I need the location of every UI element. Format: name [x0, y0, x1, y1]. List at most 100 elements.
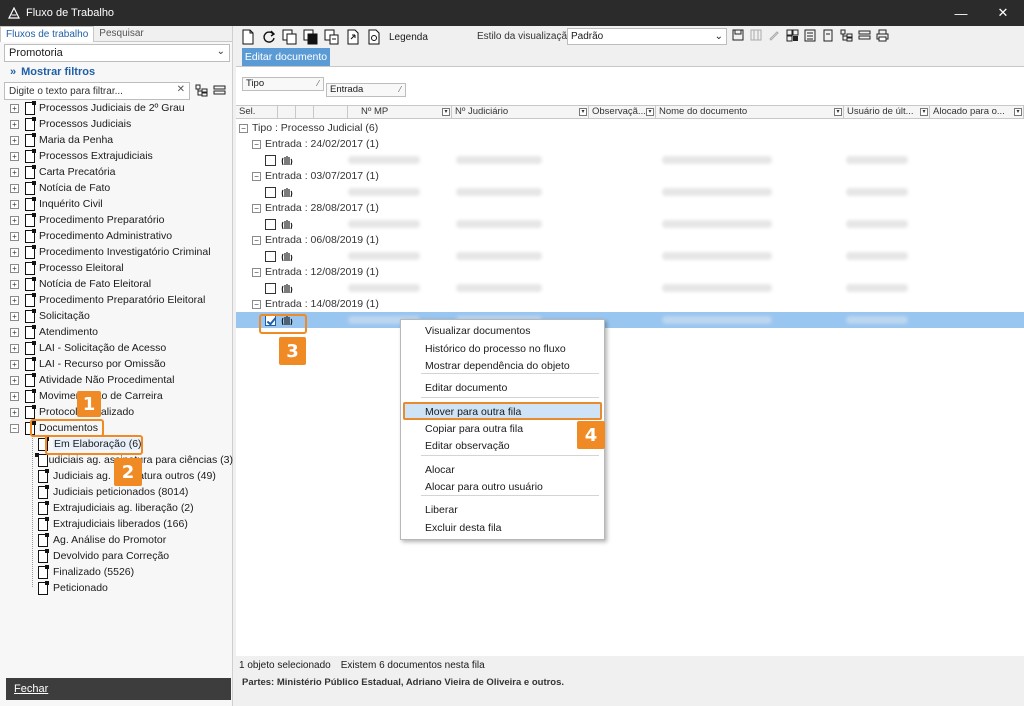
clear-filter-icon[interactable]: ✕: [177, 84, 185, 95]
group-chip-tipo[interactable]: Tipo ⁄: [242, 77, 324, 91]
collapse-icon[interactable]: −: [10, 423, 19, 433]
expand-icon[interactable]: +: [10, 151, 19, 161]
columns-icon[interactable]: [749, 28, 763, 42]
row-checkbox[interactable]: [265, 218, 276, 230]
expand-icon[interactable]: +: [10, 263, 19, 273]
table-row[interactable]: [236, 216, 1024, 232]
tree-item[interactable]: + Carta Precatória: [0, 164, 233, 180]
table-row[interactable]: [236, 184, 1024, 200]
duplicate-icon[interactable]: [302, 28, 320, 46]
col-alocado[interactable]: Alocado para o... ▾: [930, 106, 1024, 119]
context-menu-item[interactable]: Copiar para outra fila: [425, 421, 523, 437]
collapse-icon[interactable]: −: [252, 139, 261, 149]
tree-child-item[interactable]: Peticionado: [0, 580, 233, 596]
context-menu-item[interactable]: Histórico do processo no fluxo: [425, 341, 566, 357]
tree-item[interactable]: + Maria da Penha: [0, 132, 233, 148]
copy-icon[interactable]: [281, 28, 299, 46]
context-menu-item[interactable]: Excluir desta fila: [425, 520, 501, 536]
collapse-all-icon[interactable]: [857, 28, 871, 42]
expand-icon[interactable]: +: [10, 327, 19, 337]
hand-icon[interactable]: [281, 154, 293, 166]
expand-icon[interactable]: +: [10, 119, 19, 129]
tree-expand-icon[interactable]: [839, 28, 853, 42]
expand-icon[interactable]: +: [10, 231, 19, 241]
table-row[interactable]: [236, 152, 1024, 168]
context-menu-item[interactable]: Visualizar documentos: [425, 323, 530, 339]
row-checkbox[interactable]: [265, 154, 276, 166]
tree-item[interactable]: + Processos Judiciais: [0, 116, 233, 132]
tab-editar-documento[interactable]: Editar documento: [242, 48, 330, 66]
tree-item[interactable]: + Processo Eleitoral: [0, 260, 233, 276]
view-style-select[interactable]: Padrão ⌄: [567, 28, 727, 45]
collapse-icon[interactable]: −: [252, 171, 261, 181]
row-checkbox[interactable]: [265, 186, 276, 198]
tab-fluxos[interactable]: Fluxos de trabalho: [0, 26, 95, 42]
move-icon[interactable]: [323, 28, 341, 46]
tree-child-item[interactable]: Devolvido para Correção: [0, 548, 233, 564]
tree-child-item[interactable]: Finalizado (5526): [0, 564, 233, 580]
collapse-icon[interactable]: −: [252, 267, 261, 277]
table-row[interactable]: [236, 312, 1024, 328]
col-nome-documento[interactable]: Nome do documento ▾: [656, 106, 844, 119]
collapse-icon[interactable]: −: [239, 123, 248, 133]
close-window-button[interactable]: ✕: [982, 0, 1024, 26]
table-row[interactable]: [236, 280, 1024, 296]
group-row-entrada[interactable]: − Entrada : 06/08/2019 (1): [236, 232, 1024, 248]
expand-icon[interactable]: +: [10, 103, 19, 113]
col-observacao[interactable]: Observaçã... ▾: [589, 106, 656, 119]
group-chip-entrada[interactable]: Entrada ⁄: [326, 83, 406, 97]
tree-child-item[interactable]: Ag. Análise do Promotor: [0, 532, 233, 548]
tree-child-item[interactable]: Extrajudiciais liberados (166): [0, 516, 233, 532]
filter-dropdown-icon[interactable]: ▾: [834, 108, 842, 116]
export-icon[interactable]: [344, 28, 362, 46]
filter-dropdown-icon[interactable]: ▾: [1014, 108, 1022, 116]
grid-view-icon[interactable]: [785, 28, 799, 42]
show-filters-link[interactable]: » Mostrar filtros: [10, 66, 95, 78]
tree-item[interactable]: + Notícia de Fato Eleitoral: [0, 276, 233, 292]
new-document-icon[interactable]: [239, 28, 257, 46]
tree-filter-input[interactable]: Digite o texto para filtrar... ✕: [4, 82, 190, 100]
hand-icon[interactable]: [281, 218, 293, 230]
tab-pesquisar[interactable]: Pesquisar: [94, 26, 148, 42]
hand-icon[interactable]: [281, 186, 293, 198]
tree-item[interactable]: + Procedimento Investigatório Criminal: [0, 244, 233, 260]
context-menu-item[interactable]: Mover para outra fila: [425, 404, 521, 420]
tree-item[interactable]: + Procedimento Preparatório Eleitoral: [0, 292, 233, 308]
expand-icon[interactable]: +: [10, 167, 19, 177]
filter-dropdown-icon[interactable]: ▾: [442, 108, 450, 116]
legend-label[interactable]: Legenda: [389, 32, 428, 43]
tree-collapse-icon[interactable]: [212, 83, 226, 97]
tree-item[interactable]: + Solicitação: [0, 308, 233, 324]
tree-item[interactable]: + LAI - Solicitação de Acesso: [0, 340, 233, 356]
tree-child-item[interactable]: Judiciais peticionados (8014): [0, 484, 233, 500]
context-menu-item[interactable]: Alocar para outro usuário: [425, 479, 543, 495]
collapse-icon[interactable]: −: [252, 235, 261, 245]
tree-child-item[interactable]: Extrajudiciais ag. liberação (2): [0, 500, 233, 516]
expand-icon[interactable]: +: [10, 135, 19, 145]
hand-icon[interactable]: [281, 250, 293, 262]
tree-item[interactable]: + LAI - Recurso por Omissão: [0, 356, 233, 372]
col-blank-1[interactable]: [278, 106, 296, 119]
expand-icon[interactable]: +: [10, 247, 19, 257]
expand-icon[interactable]: +: [10, 279, 19, 289]
group-row-entrada[interactable]: − Entrada : 12/08/2019 (1): [236, 264, 1024, 280]
col-sel[interactable]: Sel.: [236, 106, 278, 119]
group-row-entrada[interactable]: − Entrada : 24/02/2017 (1): [236, 136, 1024, 152]
context-menu-item[interactable]: Mostrar dependência do objeto: [425, 358, 570, 374]
print-icon[interactable]: [875, 28, 889, 42]
close-button[interactable]: Fechar: [6, 678, 231, 700]
minimize-button[interactable]: —: [940, 0, 982, 26]
tree-item[interactable]: + Procedimento Administrativo: [0, 228, 233, 244]
col-blank-3[interactable]: [314, 106, 348, 119]
tree-expand-icon[interactable]: [194, 83, 208, 97]
collapse-icon[interactable]: −: [252, 299, 261, 309]
group-row-tipo[interactable]: − Tipo : Processo Judicial (6): [236, 120, 1024, 136]
filter-dropdown-icon[interactable]: ▾: [646, 108, 654, 116]
tree-item[interactable]: + Processos Extrajudiciais: [0, 148, 233, 164]
tree-item[interactable]: + Protocolo Finalizado: [0, 404, 233, 420]
expand-icon[interactable]: +: [10, 391, 19, 401]
context-menu-item[interactable]: Liberar: [425, 502, 458, 518]
page-icon[interactable]: [821, 28, 835, 42]
expand-icon[interactable]: +: [10, 295, 19, 305]
row-checkbox[interactable]: [265, 282, 276, 294]
